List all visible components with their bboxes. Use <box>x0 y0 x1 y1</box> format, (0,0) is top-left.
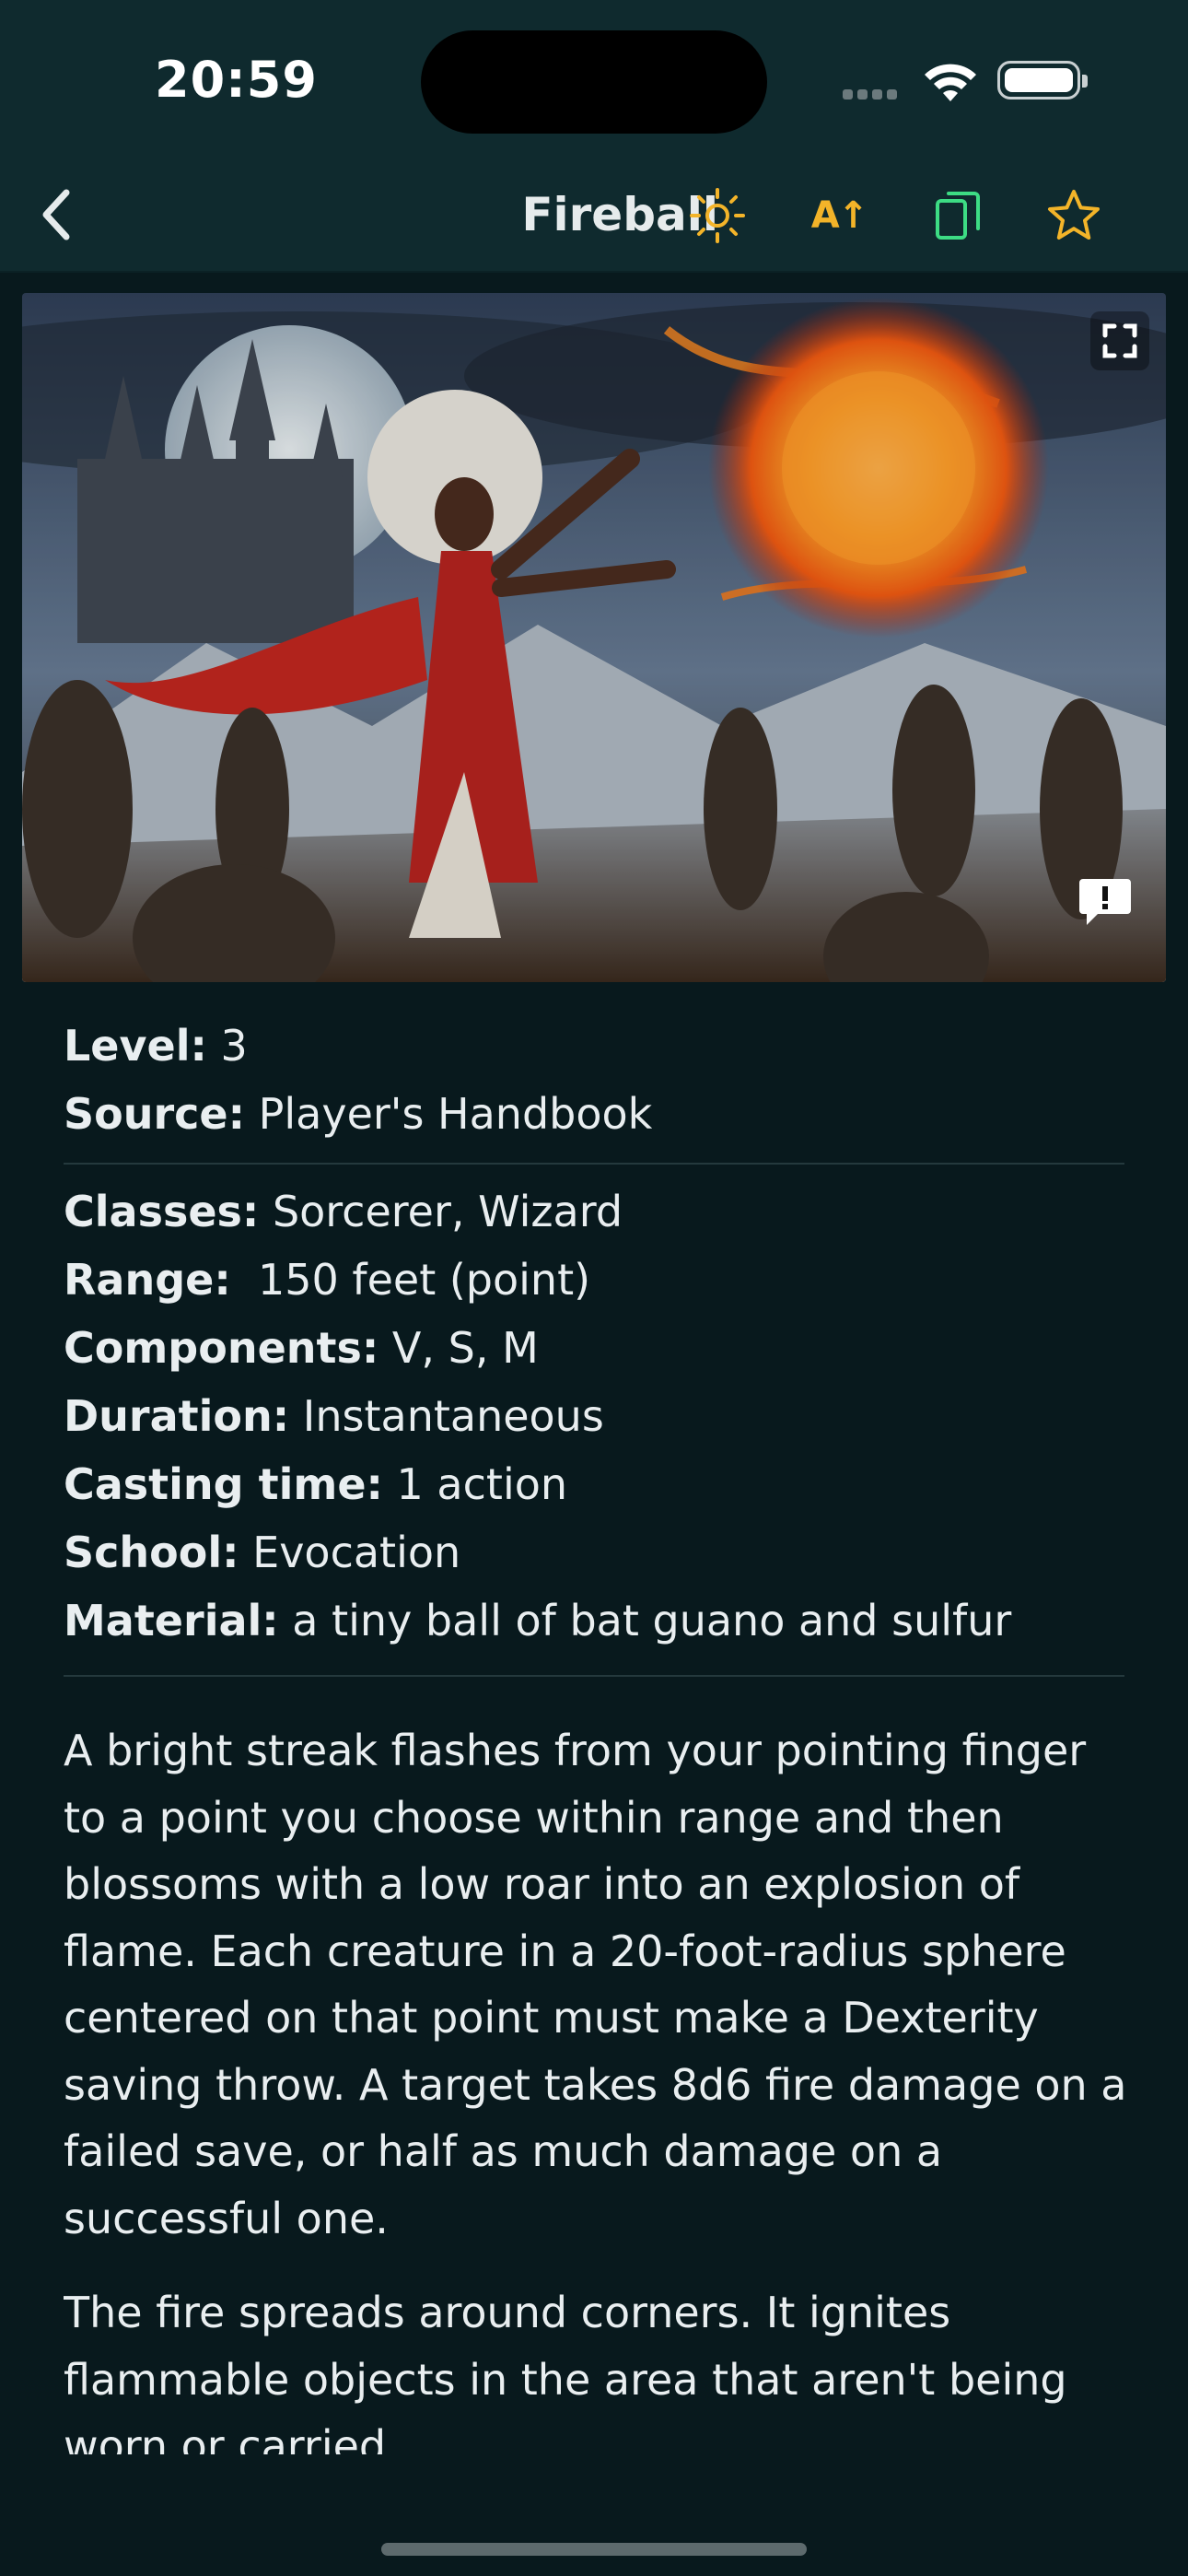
material-label: Material: <box>64 1596 279 1645</box>
school-value: Evocation <box>252 1528 461 1577</box>
star-icon <box>1048 190 1100 240</box>
duration-row: Duration: Instantaneous <box>64 1382 1124 1450</box>
description-paragraph: A bright streak flashes from your pointi… <box>64 1726 1127 2243</box>
casting-time-label: Casting time: <box>64 1459 383 1509</box>
duration-value: Instantaneous <box>302 1391 604 1441</box>
spell-illustration-art <box>22 293 1166 982</box>
source-row: Source: Player's Handbook <box>64 1080 1124 1148</box>
material-value: a tiny ball of bat guano and sulfur <box>292 1596 1012 1645</box>
status-time: 20:59 <box>155 51 318 109</box>
casting-time-value: 1 action <box>396 1459 568 1509</box>
copy-icon <box>936 192 980 240</box>
components-value: V, S, M <box>391 1323 539 1373</box>
divider <box>64 1675 1124 1677</box>
sun-icon <box>690 188 745 243</box>
description-paragraph: The fire spreads around corners. It igni… <box>64 2288 1067 2454</box>
battery-icon <box>997 61 1088 100</box>
components-row: Components: V, S, M <box>64 1314 1124 1382</box>
home-indicator[interactable] <box>381 2543 807 2556</box>
page-title: Fireball <box>521 188 718 241</box>
cellular-signal-icon <box>843 86 907 100</box>
classes-row: Classes: Sorcerer, Wizard <box>64 1177 1124 1246</box>
report-icon[interactable] <box>1077 875 1133 927</box>
range-row: Range: 150 feet (point) <box>64 1246 1124 1314</box>
classes-value: Sorcerer, Wizard <box>272 1187 623 1236</box>
divider <box>64 1163 1124 1165</box>
spell-illustration[interactable] <box>22 293 1166 982</box>
wifi-icon <box>925 64 976 101</box>
back-chevron-icon[interactable] <box>26 180 92 250</box>
status-bar: 20:59 <box>0 0 1188 157</box>
components-label: Components: <box>64 1323 379 1373</box>
text-size-button[interactable]: A↑ <box>802 179 876 252</box>
level-label: Level: <box>64 1021 207 1071</box>
spell-details: Level: 3 Source: Player's Handbook Class… <box>64 1012 1124 1703</box>
level-row: Level: 3 <box>64 1012 1124 1080</box>
school-row: School: Evocation <box>64 1518 1124 1587</box>
expand-icon[interactable] <box>1090 311 1149 370</box>
source-label: Source: <box>64 1089 246 1139</box>
favorite-button[interactable] <box>1037 179 1111 252</box>
range-label: Range: <box>64 1255 231 1305</box>
school-label: School: <box>64 1528 239 1577</box>
classes-label: Classes: <box>64 1187 260 1236</box>
navigation-bar: Fireball A↑ <box>0 157 1188 273</box>
copy-button[interactable] <box>921 179 995 252</box>
description-scroll-area[interactable]: A bright streak flashes from your pointi… <box>64 1717 1141 2454</box>
spell-description: A bright streak flashes from your pointi… <box>64 1717 1141 2454</box>
text-size-icon: A↑ <box>810 194 869 237</box>
casting-time-row: Casting time: 1 action <box>64 1450 1124 1518</box>
material-row: Material: a tiny ball of bat guano and s… <box>64 1587 1124 1655</box>
dynamic-island <box>421 30 767 134</box>
source-value: Player's Handbook <box>258 1089 653 1139</box>
range-value: 150 feet (point) <box>257 1255 591 1305</box>
level-value: 3 <box>220 1021 248 1071</box>
duration-label: Duration: <box>64 1391 290 1441</box>
theme-toggle-button[interactable] <box>681 179 754 252</box>
